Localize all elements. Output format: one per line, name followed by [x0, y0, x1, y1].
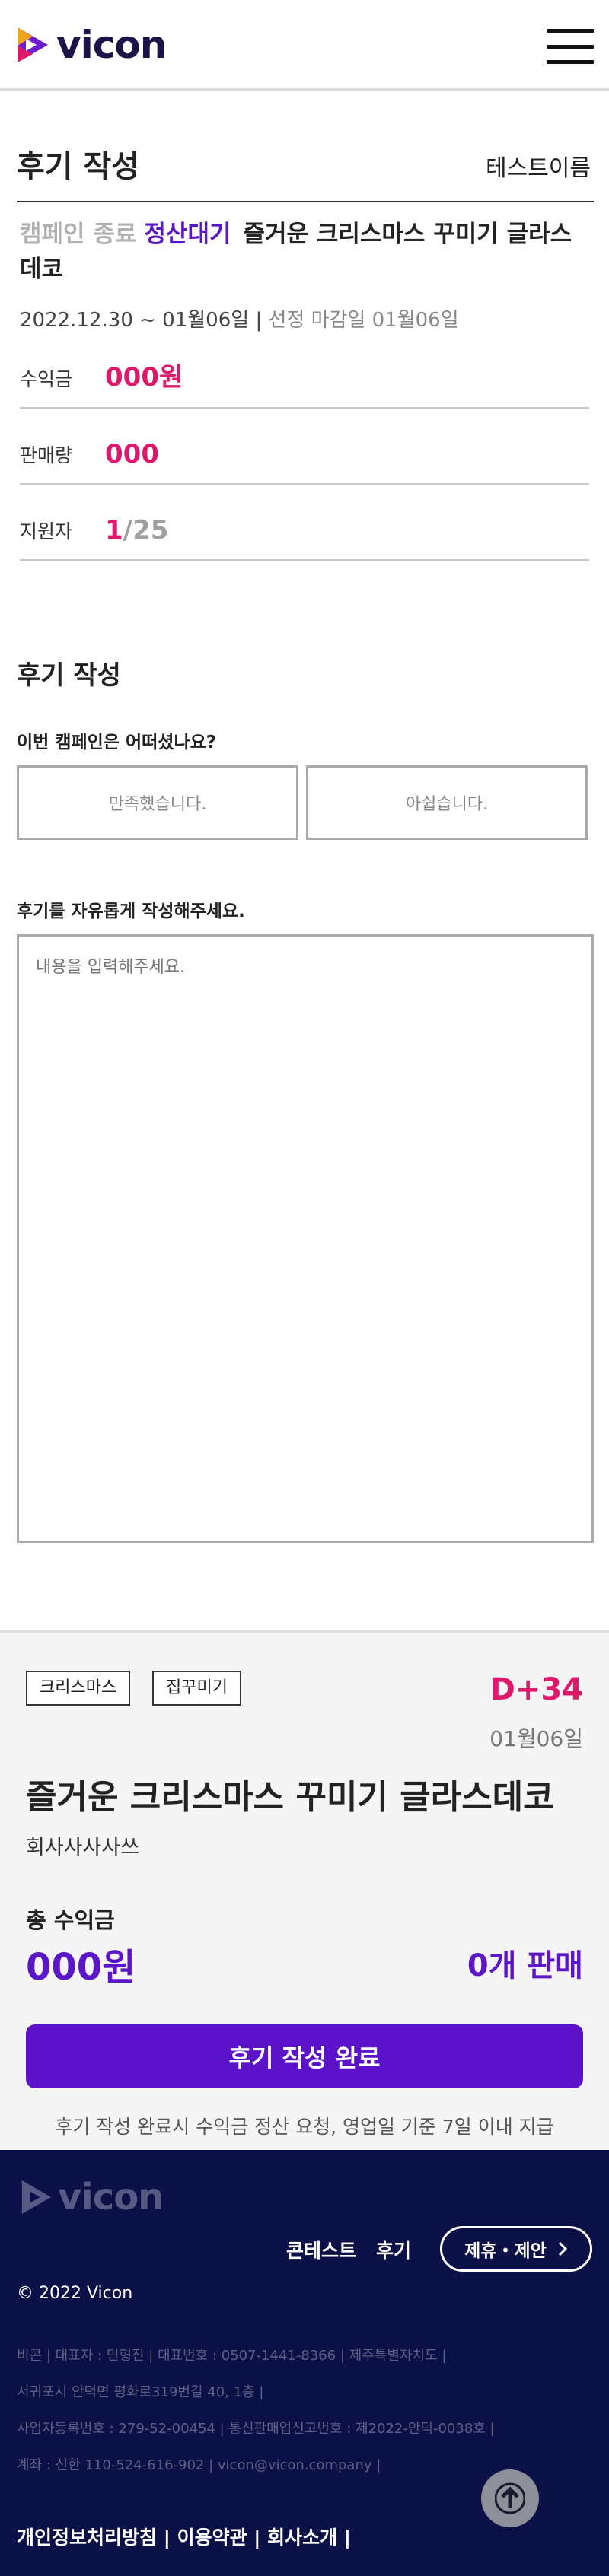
total-earnings-label: 총 수익금: [26, 1907, 115, 1933]
regret-option-button[interactable]: 아쉽습니다.: [306, 765, 588, 840]
campaign-heading: 캠페인 종료 정산대기 즐거운 크리스마스 꾸미기 글라스데코: [20, 217, 592, 287]
arrow-up-icon: [495, 2482, 525, 2514]
terms-link[interactable]: 이용약관: [177, 2527, 247, 2549]
tag-christmas: 크리스마스: [26, 1671, 131, 1706]
earnings-value: 000원: [105, 362, 183, 393]
footer: vicon 콘테스트 후기 제휴・제안 © 2022 Vicon 비콘 | 대표…: [0, 2150, 609, 2576]
biz-info-line: 계좌 : 신한 110-524-616-902 | vicon@vicon.co…: [17, 2457, 381, 2473]
footer-nav-contest[interactable]: 콘테스트: [286, 2236, 356, 2263]
sold-count: 0개 판매: [467, 1948, 583, 1983]
footer-nav: 콘테스트 후기: [286, 2236, 411, 2263]
review-section-title: 후기 작성: [17, 660, 121, 691]
campaign-summary-card: 크리스마스 집꾸미기 D+34 01월06일 즐거운 크리스마스 꾸미기 글라스…: [0, 1630, 609, 2150]
applicants-label: 지원자: [20, 520, 73, 542]
applicants-total: /25: [123, 515, 169, 545]
satisfied-option-button[interactable]: 만족했습니다.: [17, 765, 298, 840]
selection-deadline: 선정 마감일 01월06일: [268, 309, 459, 332]
free-review-label: 후기를 자유롭게 작성해주세요.: [17, 902, 245, 921]
hamburger-menu-icon[interactable]: [547, 29, 594, 64]
stat-applicants: 지원자 1/25: [20, 485, 589, 561]
chevron-right-icon: [558, 2241, 567, 2256]
about-link[interactable]: 회사소개: [267, 2527, 337, 2549]
partnership-button[interactable]: 제휴・제안: [440, 2226, 592, 2272]
biz-info-line: 사업자등록번호 : 279-52-00454 | 통신판매업신고번호 : 제20…: [17, 2421, 495, 2437]
summary-end-date: 01월06일: [489, 1726, 583, 1751]
status-pending-badge: 정산대기: [144, 221, 231, 248]
submit-review-button[interactable]: 후기 작성 완료: [26, 2024, 583, 2088]
user-name: 테스트이름: [486, 155, 591, 182]
summary-title: 즐거운 크리스마스 꾸미기 글라스데코: [26, 1778, 554, 1817]
applicants-count: 1: [105, 515, 123, 545]
footer-nav-review[interactable]: 후기: [376, 2236, 411, 2263]
partnership-label: 제휴・제안: [464, 2241, 547, 2261]
tag-home-decor: 집꾸미기: [152, 1671, 241, 1706]
review-textarea[interactable]: [17, 934, 594, 1543]
stat-sales: 판매량 000: [20, 409, 589, 485]
biz-info-line: 비콘 | 대표자 : 민형진 | 대표번호 : 0507-1441-8366 |…: [17, 2348, 447, 2364]
campaign-period: 2022.12.30 ~ 01월06일 |: [20, 309, 263, 332]
sales-label: 판매량: [20, 444, 73, 466]
logo-text: vicon: [56, 23, 167, 67]
page-title: 후기 작성: [17, 149, 140, 184]
header: vicon: [0, 0, 609, 91]
copyright: © 2022 Vicon: [17, 2284, 133, 2303]
stat-earnings: 수익금 000원: [20, 333, 589, 409]
footer-logo-text: vicon: [58, 2176, 164, 2218]
settlement-notice: 후기 작성 완료시 수익금 정산 요청, 영업일 기준 7일 이내 지급: [55, 2116, 554, 2138]
status-ended-badge: 캠페인 종료: [20, 221, 137, 248]
sales-value: 000: [105, 439, 159, 469]
total-earnings-value: 000원: [26, 1946, 136, 1989]
review-question: 이번 캠페인은 어떠셨나요?: [17, 733, 217, 752]
scroll-top-button[interactable]: [481, 2469, 539, 2527]
applicants-value: 1/25: [105, 515, 168, 545]
footer-play-logo-icon: [21, 2180, 52, 2214]
dday-badge: D+34: [489, 1672, 583, 1707]
campaign-dates: 2022.12.30 ~ 01월06일 | 선정 마감일 01월06일: [20, 304, 459, 332]
footer-links: 개인정보처리방침 | 이용약관 | 회사소개 |: [17, 2527, 351, 2549]
page-title-row: 후기 작성 테스트이름: [17, 137, 594, 202]
earnings-label: 수익금: [20, 368, 73, 390]
play-logo-icon: [18, 27, 48, 62]
footer-logo[interactable]: vicon: [20, 2176, 164, 2218]
privacy-policy-link[interactable]: 개인정보처리방침: [17, 2527, 157, 2549]
biz-info-line: 서귀포시 안덕면 평화로319번길 40, 1층 |: [17, 2384, 264, 2400]
vicon-logo[interactable]: vicon: [15, 23, 167, 67]
company-name: 회사사사사쓰: [26, 1836, 140, 1859]
